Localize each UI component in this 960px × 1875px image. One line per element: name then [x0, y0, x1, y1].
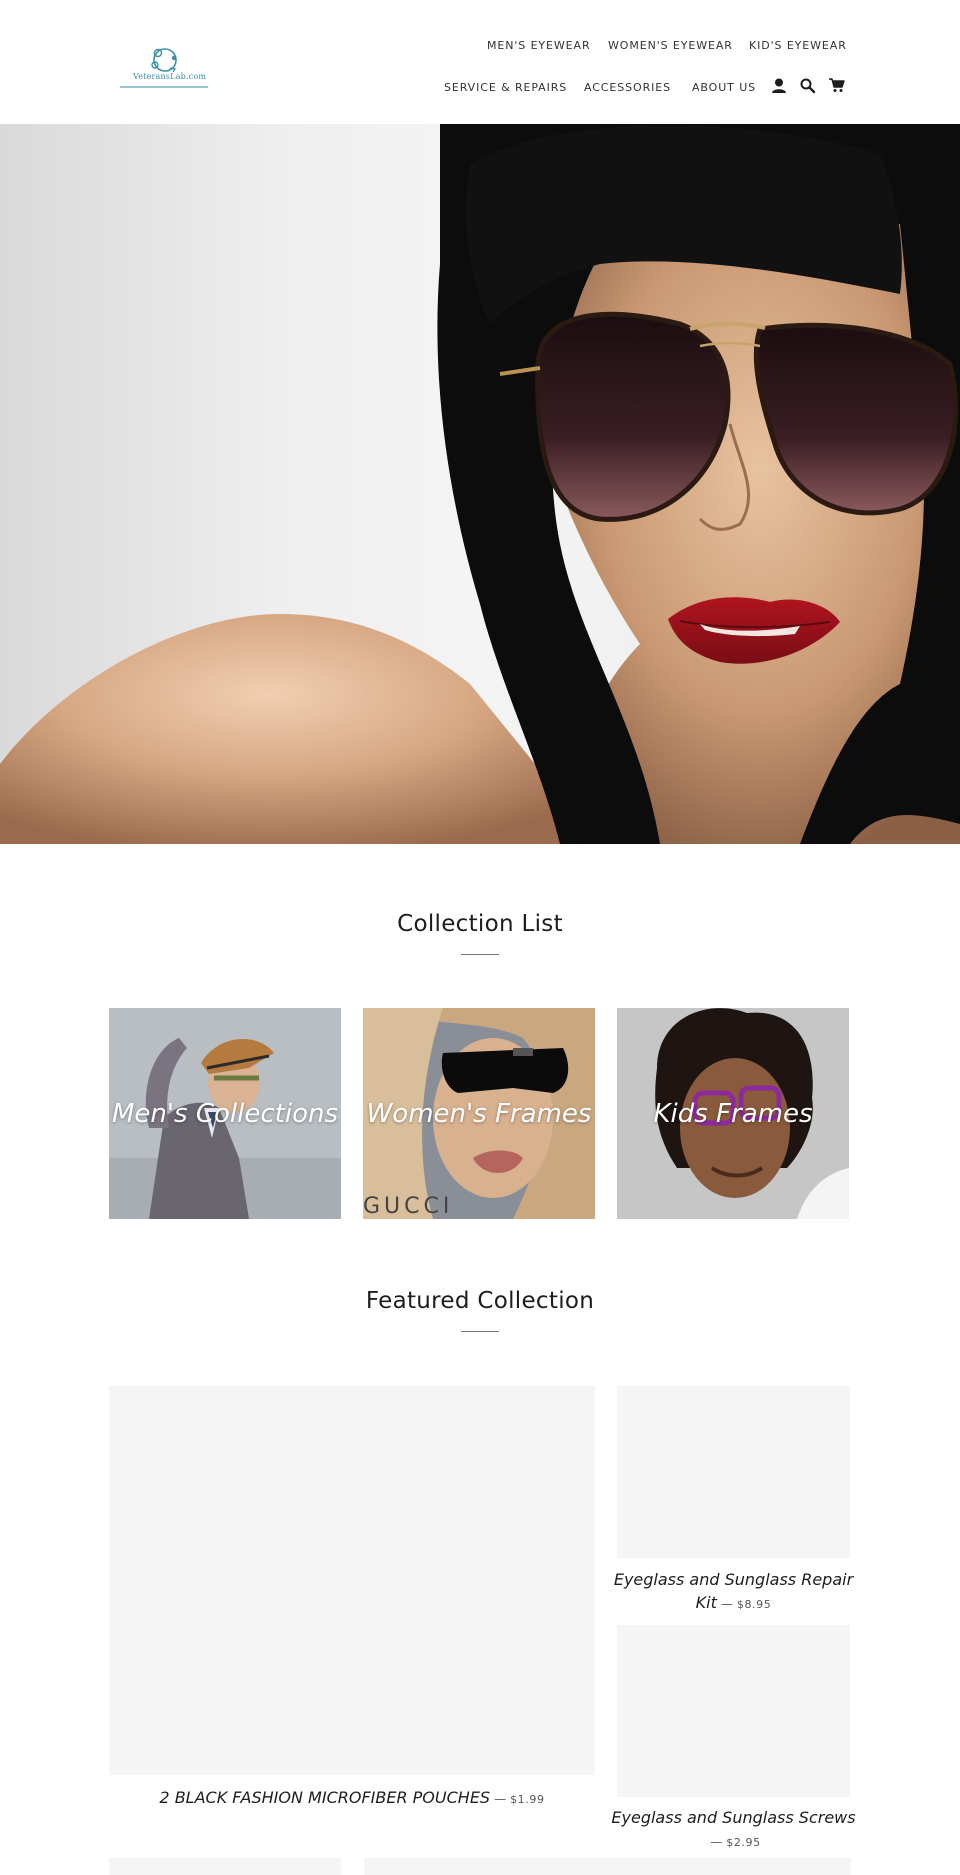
- product-name-pouches: 2 BLACK FASHION MICROFIBER POUCHES: [159, 1788, 491, 1807]
- search-icon[interactable]: [799, 77, 817, 95]
- collection-label-mens: Men's Collections: [111, 1098, 338, 1129]
- price-separator: —: [720, 1597, 733, 1611]
- logo-link[interactable]: VeteransLab.com: [118, 40, 212, 92]
- product-image-pouches[interactable]: [109, 1386, 595, 1775]
- nav-about-us[interactable]: ABOUT US: [692, 81, 756, 94]
- account-icon[interactable]: [770, 77, 788, 95]
- nav-womens-eyewear[interactable]: WOMEN'S EYEWEAR: [608, 39, 733, 52]
- site-header: VeteransLab.com MEN'S EYEWEAR WOMEN'S EY…: [0, 0, 960, 124]
- hero-image: [0, 124, 960, 844]
- product-name-repair-kit-line1: Eyeglass and Sunglass Repair: [613, 1570, 854, 1589]
- product-image-next-row-2[interactable]: [364, 1858, 851, 1875]
- price-separator: —: [710, 1835, 723, 1849]
- collection-label-womens: Women's Frames: [366, 1098, 592, 1129]
- product-price-repair-kit: $8.95: [736, 1598, 772, 1611]
- featured-collection-title: Featured Collection: [365, 1288, 595, 1314]
- collection-label-kids: Kids Frames: [653, 1098, 813, 1129]
- product-image-screws[interactable]: [617, 1625, 850, 1797]
- collection-card-kids[interactable]: Kids Frames: [617, 1008, 849, 1219]
- logo-icon: [120, 48, 208, 88]
- collection-card-womens[interactable]: GUCCI Women's Frames: [363, 1008, 595, 1219]
- product-image-next-row-1[interactable]: [109, 1858, 341, 1875]
- product-price-pouches: $1.99: [510, 1793, 545, 1806]
- product-title-repair-kit[interactable]: Eyeglass and Sunglass Repair Kit — $8.95: [611, 1568, 856, 1616]
- product-price-screws: $2.95: [726, 1836, 761, 1849]
- product-image-repair-kit[interactable]: [617, 1386, 850, 1558]
- collection-card-mens[interactable]: Men's Collections: [109, 1008, 341, 1219]
- nav-kids-eyewear[interactable]: KID'S EYEWEAR: [749, 39, 847, 52]
- hero-banner: [0, 124, 960, 844]
- product-name-screws: Eyeglass and Sunglass Screws: [611, 1808, 856, 1827]
- collection-list-divider: [461, 954, 499, 955]
- featured-collection-divider: [461, 1331, 499, 1332]
- collection-list-title: Collection List: [397, 911, 563, 937]
- product-title-pouches[interactable]: 2 BLACK FASHION MICROFIBER POUCHES — $1.99: [109, 1786, 595, 1811]
- product-title-screws[interactable]: Eyeglass and Sunglass Screws — $2.95: [611, 1806, 856, 1854]
- product-name-repair-kit-line2: Kit: [695, 1593, 717, 1612]
- cart-icon[interactable]: [828, 76, 846, 94]
- price-separator: —: [494, 1792, 507, 1806]
- nav-service-repairs[interactable]: SERVICE & REPAIRS: [444, 81, 567, 94]
- logo-text: VeteransLab.com: [133, 72, 207, 81]
- nav-mens-eyewear[interactable]: MEN'S EYEWEAR: [487, 39, 591, 52]
- nav-accessories[interactable]: ACCESSORIES: [584, 81, 671, 94]
